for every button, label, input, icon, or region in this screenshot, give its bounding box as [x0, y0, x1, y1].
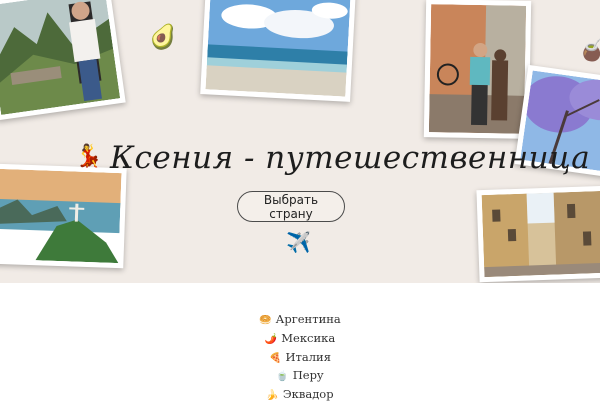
country-list: 🥯 Аргентина 🌶️ Мексика 🍕 Италия 🍵 Перу 🍌 Эква…: [0, 310, 600, 404]
country-item-italy[interactable]: 🍕 Италия: [0, 348, 600, 367]
mate-icon: 🧉: [578, 38, 600, 63]
llama-image: [428, 4, 527, 134]
photo-rio: [0, 163, 127, 269]
country-item-ecuador[interactable]: 🍌 Эквадор: [0, 385, 600, 404]
choose-country-button[interactable]: Выбрать страну: [237, 191, 345, 222]
machu-picchu-image: [0, 0, 121, 115]
chili-pepper-icon: 🌶️: [264, 333, 278, 345]
airplane-icon: ✈️: [286, 230, 311, 254]
country-label: Перу: [292, 368, 324, 383]
country-item-argentina[interactable]: 🥯 Аргентина: [0, 310, 600, 329]
bagel-icon: 🥯: [259, 315, 272, 326]
photo-street: [476, 185, 600, 283]
country-label: Италия: [285, 349, 331, 364]
country-item-mexico[interactable]: 🌶️ Мексика: [0, 329, 600, 348]
photo-machu-picchu: [0, 0, 126, 121]
photo-llama: [423, 0, 532, 139]
dancer-icon: 💃: [75, 144, 103, 169]
avocado-icon: 🥑: [147, 22, 181, 55]
hero-section: 🥑 💃 ✈️ 🧉 Ксения - путешественница Выбрат…: [0, 0, 600, 283]
pizza-icon: 🍕: [269, 352, 282, 364]
photo-beach: [200, 0, 356, 102]
rio-image: [0, 168, 122, 264]
country-label: Эквадор: [282, 387, 334, 402]
beach-image: [205, 0, 351, 97]
street-image: [481, 190, 600, 278]
page-title: Ксения - путешественница: [110, 140, 591, 176]
country-label: Мексика: [281, 330, 336, 345]
mate-cup-icon: 🍵: [276, 371, 289, 383]
country-item-peru[interactable]: 🍵 Перу: [0, 366, 600, 385]
country-label: Аргентина: [275, 312, 341, 326]
